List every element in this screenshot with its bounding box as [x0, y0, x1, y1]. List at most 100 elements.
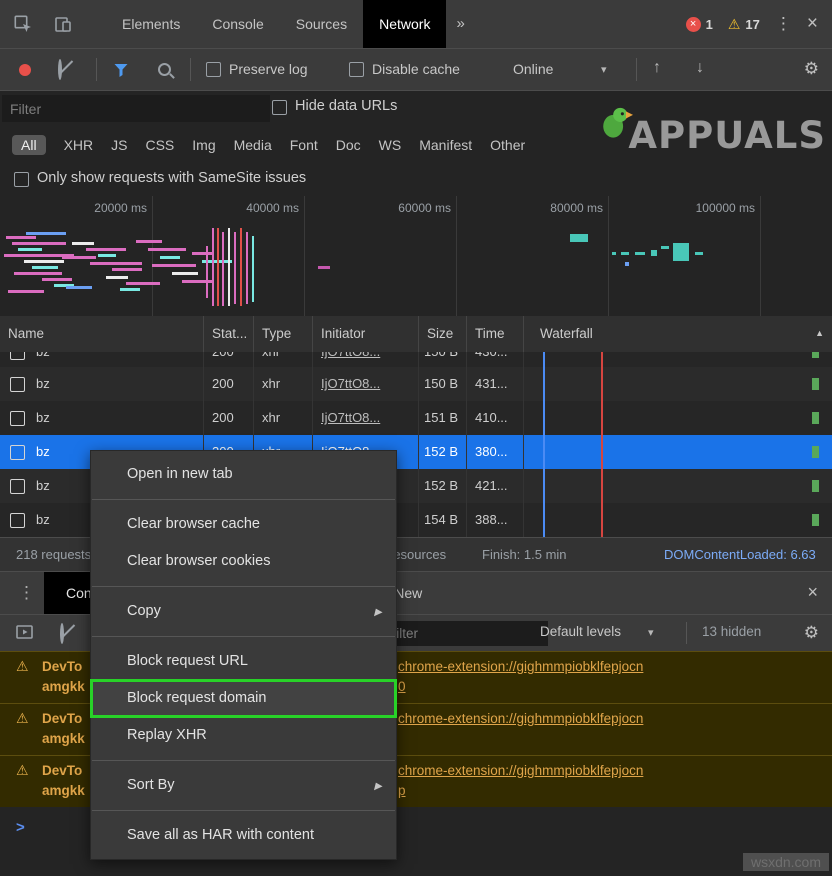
network-filter-input[interactable] [2, 95, 270, 122]
message-text: amgkk [42, 731, 85, 746]
row-checkbox[interactable] [10, 445, 25, 460]
menu-item-block-request-domain[interactable]: Block request domain [91, 680, 396, 717]
error-count: 1 [706, 17, 713, 32]
menu-item-clear-browser-cache[interactable]: Clear browser cache [91, 506, 396, 543]
menu-item-replay-xhr[interactable]: Replay XHR [91, 717, 396, 754]
filter-all[interactable]: All [12, 135, 46, 155]
throttling-select[interactable]: Online [513, 61, 553, 77]
timeline-gridline [608, 196, 609, 316]
more-tabs-icon[interactable]: » [446, 0, 474, 48]
request-initiator-link[interactable]: IjO7ttO8... [321, 352, 380, 359]
submenu-arrow-icon: ▶ [374, 768, 382, 805]
menu-item-clear-browser-cookies[interactable]: Clear browser cookies [91, 543, 396, 580]
warning-count-badge[interactable]: ⚠ 17 [728, 16, 760, 33]
filter-other[interactable]: Other [490, 137, 525, 153]
extension-url-link-continuation[interactable]: p [398, 783, 406, 798]
filter-media[interactable]: Media [234, 137, 272, 153]
menu-separator [92, 499, 395, 500]
request-status: 200 [204, 367, 254, 401]
filter-img[interactable]: Img [192, 137, 215, 153]
console-prompt-chevron-icon: > [16, 819, 25, 836]
console-sidebar-icon[interactable] [16, 624, 34, 645]
waterfall-bar [812, 446, 819, 458]
row-checkbox[interactable] [10, 411, 25, 426]
devtools-window: Elements Console Sources Network » × 1 ⚠… [0, 0, 832, 876]
message-text: DevTo [42, 763, 82, 778]
request-time: 430... [467, 352, 524, 367]
brand-text: PPUALS [658, 114, 826, 157]
disable-cache-checkbox[interactable] [349, 62, 364, 77]
filter-css[interactable]: CSS [145, 137, 174, 153]
dom-content-loaded-line [543, 352, 545, 537]
menu-item-sort-by[interactable]: Sort By ▶ [91, 767, 396, 804]
column-header-status[interactable]: Stat... [204, 316, 254, 352]
hide-data-urls-checkbox[interactable] [272, 100, 287, 115]
extension-url-link[interactable]: chrome-extension://gighmmpiobklfepjocn [398, 763, 643, 778]
drawer-menu-icon[interactable]: ⋮ [18, 583, 35, 603]
clear-console-icon[interactable] [60, 623, 64, 644]
tab-sources[interactable]: Sources [280, 0, 363, 48]
row-checkbox[interactable] [10, 377, 25, 392]
inspect-element-icon[interactable] [14, 15, 32, 33]
menu-item-label: Sort By [127, 777, 175, 793]
network-overview-timeline[interactable]: 20000 ms 40000 ms 60000 ms 80000 ms 1000… [0, 196, 832, 317]
menu-item-block-request-url[interactable]: Block request URL [91, 643, 396, 680]
waterfall-bar [812, 480, 819, 492]
extension-url-link-continuation[interactable]: 0 [398, 679, 406, 694]
import-har-icon[interactable]: ↑ [653, 59, 661, 77]
error-icon: × [686, 17, 701, 32]
request-initiator-link[interactable]: IjO7ttO8... [321, 376, 380, 391]
menu-item-copy[interactable]: Copy▶ [91, 593, 396, 630]
row-checkbox[interactable] [10, 479, 25, 494]
appuals-watermark: APPUALS [599, 114, 826, 157]
table-row[interactable]: bz 200 xhr IjO7ttO8... 150 B 431... [0, 367, 832, 401]
close-devtools-icon[interactable]: × [807, 13, 818, 35]
column-header-name[interactable]: Name [0, 316, 204, 352]
clipped-table-row[interactable]: bz 200 xhr IjO7ttO8... 150 B 430... [0, 352, 832, 367]
preserve-log-label: Preserve log [229, 61, 308, 77]
tab-elements[interactable]: Elements [106, 0, 196, 48]
request-size: 151 B [419, 401, 467, 435]
filter-doc[interactable]: Doc [336, 137, 361, 153]
request-status: 200 [204, 352, 254, 367]
tab-network[interactable]: Network [363, 0, 446, 48]
request-initiator-link[interactable]: IjO7ttO8... [321, 410, 380, 425]
request-type: xhr [254, 401, 313, 435]
extension-url-link[interactable]: chrome-extension://gighmmpiobklfepjocn [398, 659, 643, 674]
column-header-type[interactable]: Type [254, 316, 313, 352]
filter-ws[interactable]: WS [379, 137, 402, 153]
row-checkbox[interactable] [10, 513, 25, 528]
filter-font[interactable]: Font [290, 137, 318, 153]
table-row[interactable]: bz 200 xhr IjO7ttO8... 151 B 410... [0, 401, 832, 435]
export-har-icon[interactable]: ↓ [696, 59, 704, 77]
samesite-checkbox[interactable] [14, 172, 29, 187]
column-header-time[interactable]: Time [467, 316, 524, 352]
search-icon[interactable] [158, 63, 171, 76]
row-checkbox[interactable] [10, 352, 25, 360]
filter-icon[interactable] [114, 63, 128, 82]
clear-network-log-icon[interactable] [58, 59, 62, 80]
log-levels-select[interactable]: Default levels [540, 624, 621, 639]
menu-item-save-all-as-har[interactable]: Save all as HAR with content [91, 817, 396, 854]
console-settings-gear-icon[interactable]: ⚙ [804, 623, 819, 643]
devtools-tabbar: Elements Console Sources Network » × 1 ⚠… [0, 0, 832, 49]
column-header-initiator[interactable]: Initiator [313, 316, 419, 352]
device-toolbar-icon[interactable] [54, 15, 72, 33]
console-filter-input[interactable] [380, 621, 548, 646]
preserve-log-checkbox[interactable] [206, 62, 221, 77]
tab-console[interactable]: Console [196, 0, 279, 48]
column-header-size[interactable]: Size [419, 316, 467, 352]
timeline-label: 20000 ms [94, 201, 152, 215]
filter-manifest[interactable]: Manifest [419, 137, 472, 153]
network-settings-gear-icon[interactable]: ⚙ [804, 59, 819, 79]
column-header-waterfall[interactable]: Waterfall▲ [524, 316, 832, 352]
error-count-badge[interactable]: × 1 [686, 17, 713, 32]
close-drawer-icon[interactable]: × [807, 582, 818, 603]
extension-url-link[interactable]: chrome-extension://gighmmpiobklfepjocn [398, 711, 643, 726]
filter-xhr[interactable]: XHR [64, 137, 94, 153]
record-network-log-icon[interactable] [19, 64, 31, 76]
menu-separator [92, 636, 395, 637]
filter-js[interactable]: JS [111, 137, 127, 153]
more-options-icon[interactable]: ⋮ [775, 14, 792, 34]
menu-item-open-in-new-tab[interactable]: Open in new tab [91, 456, 396, 493]
